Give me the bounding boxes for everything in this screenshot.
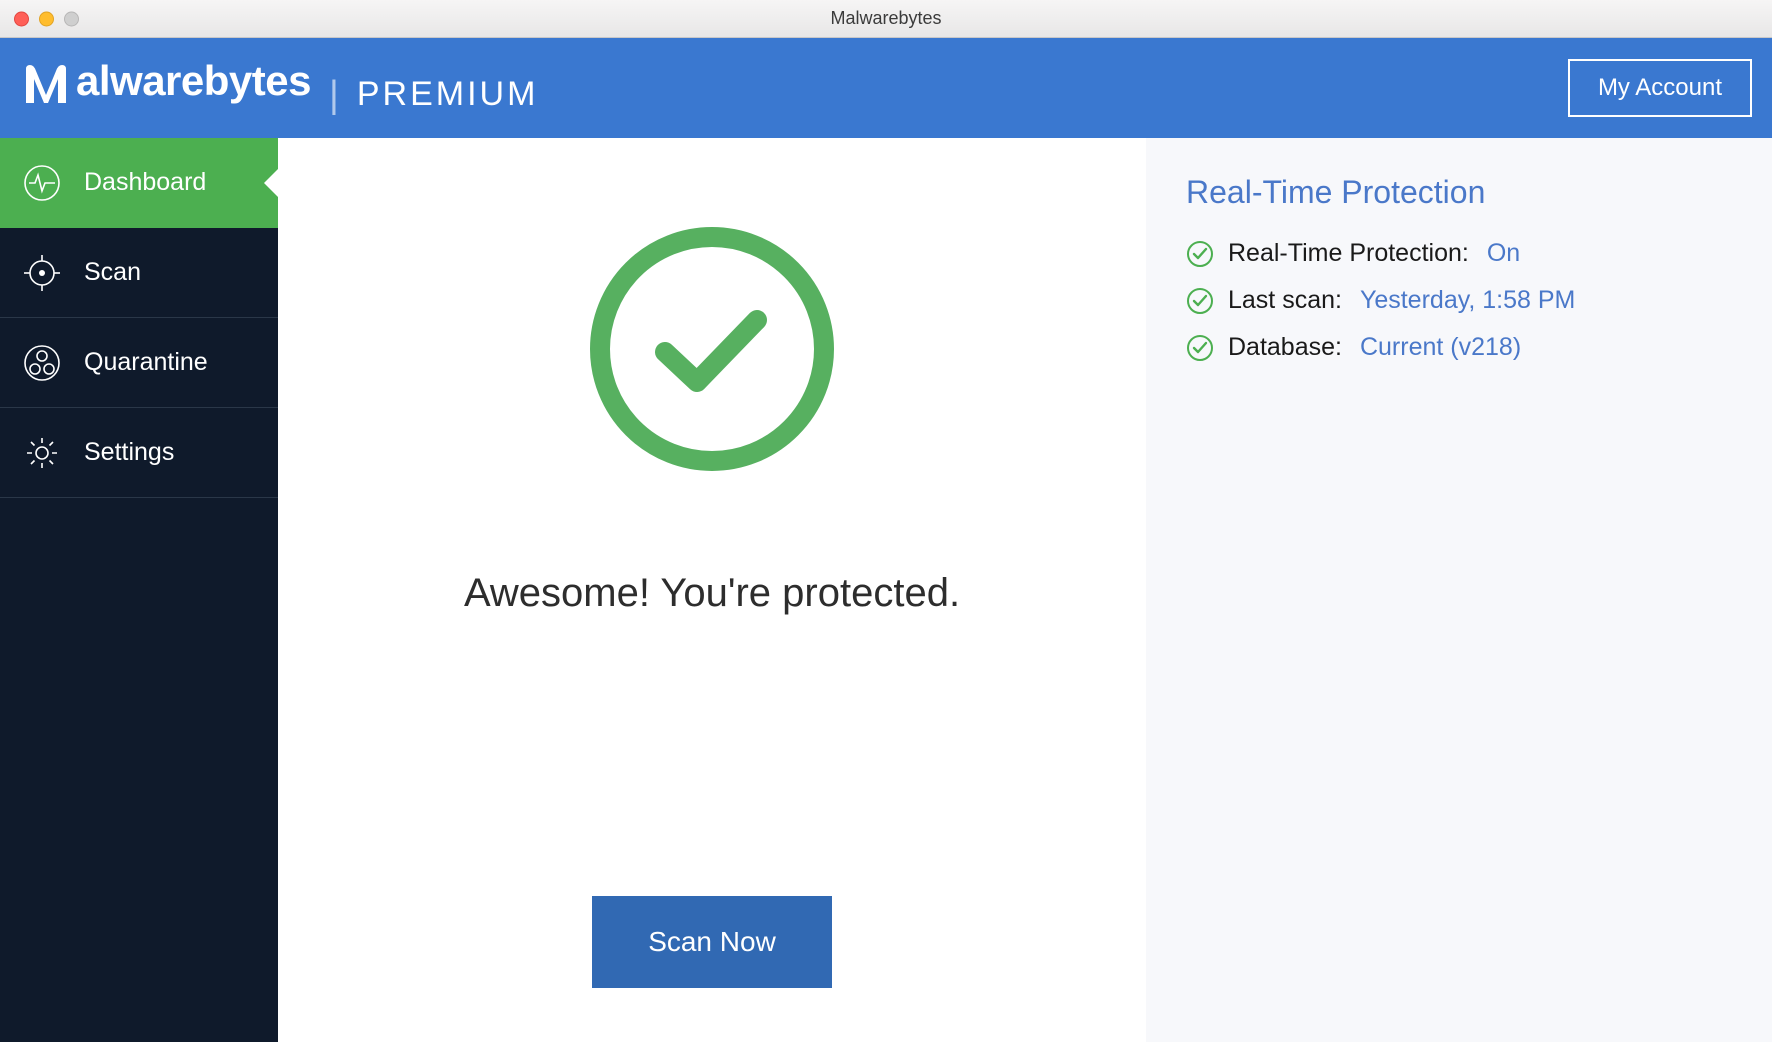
close-window-button[interactable] bbox=[14, 11, 29, 26]
check-circle-icon bbox=[577, 214, 847, 489]
realtime-panel: Real-Time Protection Real-Time Protectio… bbox=[1146, 138, 1772, 1042]
realtime-label: Last scan: bbox=[1228, 286, 1342, 315]
sidebar-item-quarantine[interactable]: Quarantine bbox=[0, 318, 278, 408]
brand-tier: PREMIUM bbox=[357, 75, 539, 114]
status-message: Awesome! You're protected. bbox=[464, 571, 960, 616]
brand-name: alwarebytes bbox=[76, 60, 311, 102]
dashboard-main: Awesome! You're protected. Scan Now bbox=[278, 138, 1146, 1042]
biohazard-icon bbox=[22, 343, 62, 383]
realtime-label: Real-Time Protection: bbox=[1228, 239, 1469, 268]
zoom-window-button[interactable] bbox=[64, 11, 79, 26]
check-icon bbox=[1186, 287, 1214, 315]
sidebar-item-settings[interactable]: Settings bbox=[0, 408, 278, 498]
window-titlebar: Malwarebytes bbox=[0, 0, 1772, 38]
sidebar-item-label: Settings bbox=[84, 438, 174, 467]
realtime-title: Real-Time Protection bbox=[1186, 174, 1732, 211]
pulse-icon bbox=[22, 163, 62, 203]
brand-separator: | bbox=[329, 74, 339, 117]
my-account-button[interactable]: My Account bbox=[1568, 59, 1752, 117]
sidebar: Dashboard Scan Quarantine Settings bbox=[0, 138, 278, 1042]
traffic-lights bbox=[14, 11, 79, 26]
brand-logo: alwarebytes bbox=[22, 59, 311, 107]
sidebar-item-scan[interactable]: Scan bbox=[0, 228, 278, 318]
sidebar-item-label: Dashboard bbox=[84, 168, 206, 197]
check-icon bbox=[1186, 240, 1214, 268]
minimize-window-button[interactable] bbox=[39, 11, 54, 26]
check-icon bbox=[1186, 334, 1214, 362]
target-icon bbox=[22, 253, 62, 293]
sidebar-item-label: Scan bbox=[84, 258, 141, 287]
malwarebytes-m-icon bbox=[22, 59, 70, 107]
gear-icon bbox=[22, 433, 62, 473]
scan-now-button[interactable]: Scan Now bbox=[592, 896, 832, 988]
sidebar-item-label: Quarantine bbox=[84, 348, 208, 377]
realtime-row-protection: Real-Time Protection: On bbox=[1186, 239, 1732, 268]
brand: alwarebytes | PREMIUM bbox=[22, 59, 538, 117]
realtime-row-lastscan: Last scan: Yesterday, 1:58 PM bbox=[1186, 286, 1732, 315]
realtime-row-database: Database: Current (v218) bbox=[1186, 333, 1732, 362]
sidebar-item-dashboard[interactable]: Dashboard bbox=[0, 138, 278, 228]
app-header: alwarebytes | PREMIUM My Account bbox=[0, 38, 1772, 138]
realtime-value: Current (v218) bbox=[1360, 333, 1521, 362]
realtime-value: On bbox=[1487, 239, 1520, 268]
realtime-label: Database: bbox=[1228, 333, 1342, 362]
window-title: Malwarebytes bbox=[830, 8, 941, 29]
realtime-value: Yesterday, 1:58 PM bbox=[1360, 286, 1575, 315]
